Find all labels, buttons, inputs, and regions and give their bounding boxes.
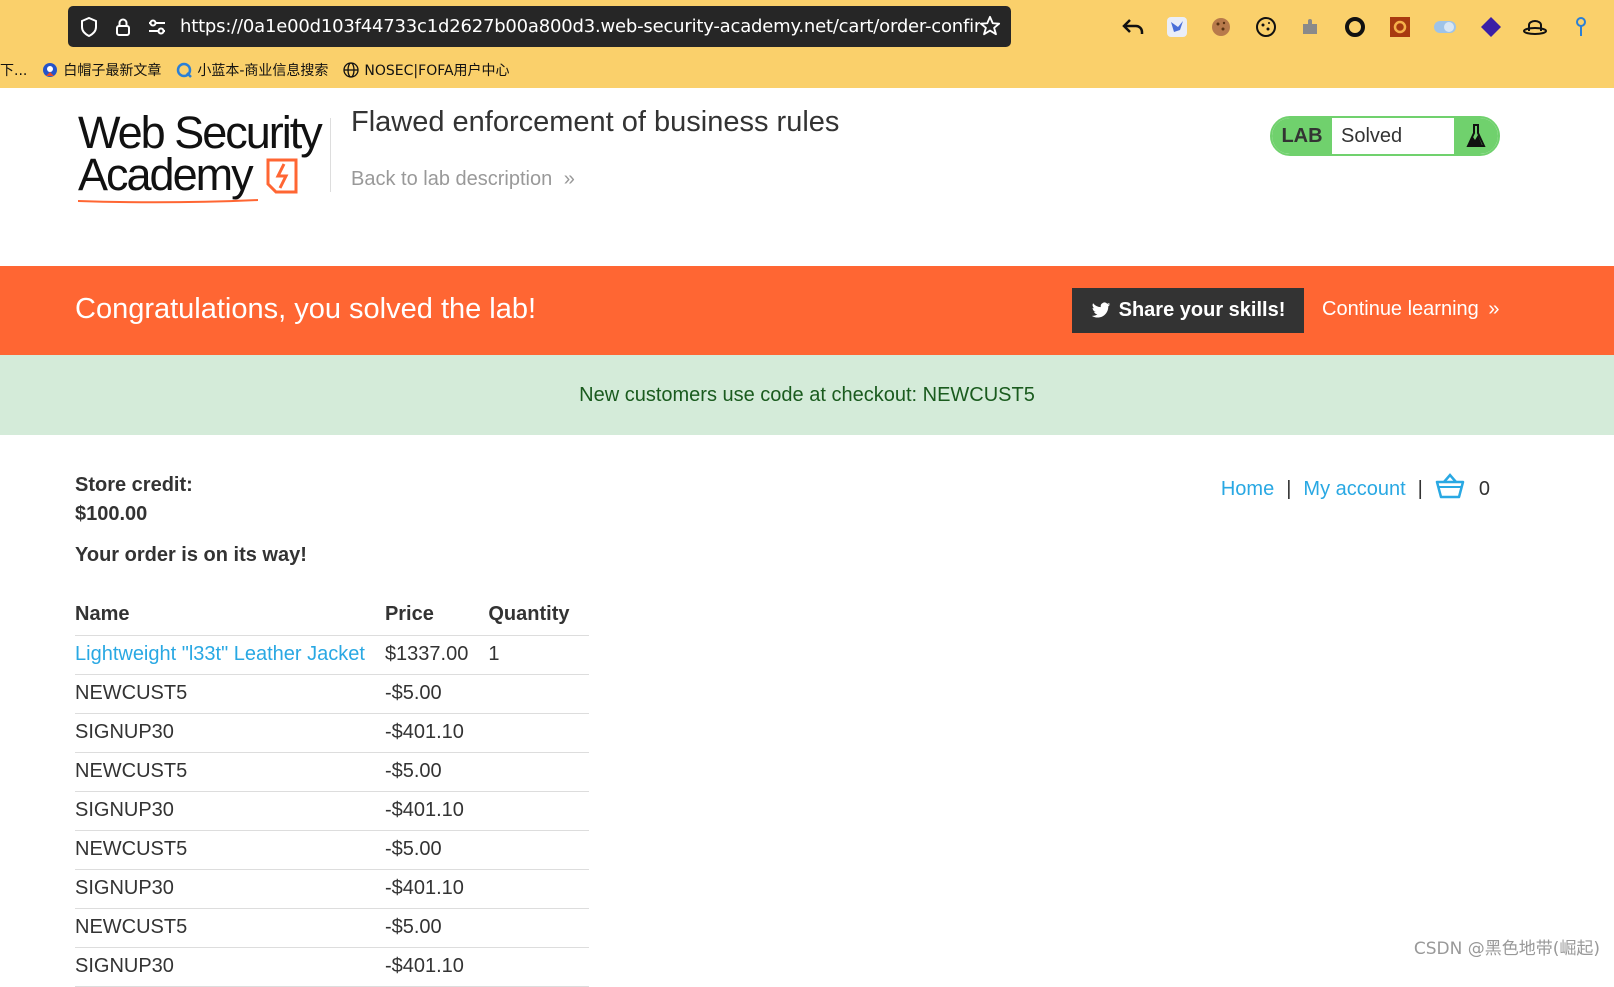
order-table: Name Price Quantity Lightweight "l33t" L…	[75, 595, 590, 987]
item-price-cell: -$5.00	[384, 674, 489, 714]
item-quantity-cell	[488, 674, 590, 714]
product-link[interactable]: Lightweight "l33t" Leather Jacket	[75, 643, 365, 665]
table-row: Lightweight "l33t" Leather Jacket $1337.…	[75, 635, 590, 675]
double-chevron-right-icon: »	[1488, 298, 1500, 320]
bird-extension-icon[interactable]	[1164, 14, 1190, 40]
table-row: SIGNUP30 -$401.10	[75, 947, 590, 987]
item-name-cell: SIGNUP30	[75, 869, 385, 909]
table-row: NEWCUST5 -$5.00	[75, 908, 590, 948]
table-row: NEWCUST5 -$5.00	[75, 674, 590, 714]
congratulations-message: Congratulations, you solved the lab!	[75, 293, 537, 325]
item-price-cell: -$401.10	[384, 791, 489, 831]
bookmark-item[interactable]: 白帽子最新文章	[41, 60, 161, 80]
logo-line-2: Academy	[78, 152, 328, 197]
permissions-icon[interactable]	[146, 16, 168, 38]
item-quantity-cell	[488, 908, 590, 948]
home-link[interactable]: Home	[1221, 478, 1274, 501]
address-bar[interactable]: https://0a1e00d103f44733c1d2627b00a800d3…	[68, 6, 1011, 47]
item-quantity-cell	[488, 947, 590, 987]
table-row: SIGNUP30 -$401.10	[75, 869, 590, 909]
shield-icon[interactable]	[78, 16, 100, 38]
item-quantity-cell	[488, 830, 590, 870]
double-chevron-right-icon: »	[563, 168, 575, 190]
item-price-cell: $1337.00	[384, 635, 489, 675]
item-name-cell: SIGNUP30	[75, 791, 385, 831]
bookmarks-bar: 下... 白帽子最新文章 小蓝本-商业信息搜索 NOSEC|FOFA用户中心	[0, 56, 524, 84]
item-price-cell: -$5.00	[384, 830, 489, 870]
cart-icon[interactable]	[1435, 473, 1465, 505]
item-name-cell: Lightweight "l33t" Leather Jacket	[75, 635, 385, 675]
bookmark-star-icon[interactable]	[979, 15, 1001, 42]
table-row: NEWCUST5 -$5.00	[75, 752, 590, 792]
continue-learning-link[interactable]: Continue learning »	[1322, 298, 1499, 321]
web-security-academy-logo[interactable]: Web Security Academy	[78, 107, 328, 204]
item-quantity-cell	[488, 713, 590, 753]
item-price-cell: -$5.00	[384, 908, 489, 948]
ring-extension-icon[interactable]	[1342, 14, 1368, 40]
bookmark-favicon-icon	[41, 61, 59, 79]
store-credit-label: Store credit:	[75, 474, 193, 496]
item-price-cell: -$401.10	[384, 947, 489, 987]
logo-line-1: Web Security	[78, 107, 323, 158]
top-nav: Home | My account | 0	[1221, 473, 1490, 505]
solved-banner: Congratulations, you solved the lab! Sha…	[0, 266, 1614, 355]
item-name-cell: NEWCUST5	[75, 830, 385, 870]
cookie-outline-icon[interactable]	[1253, 14, 1279, 40]
table-row: SIGNUP30 -$401.10	[75, 791, 590, 831]
item-quantity-cell: 1	[488, 635, 590, 675]
bookmark-item[interactable]: 下...	[0, 60, 27, 80]
item-price-cell: -$401.10	[384, 713, 489, 753]
puzzle-extension-icon[interactable]	[1297, 14, 1323, 40]
globe-icon	[342, 61, 360, 79]
bookmark-item[interactable]: 小蓝本-商业信息搜索	[175, 60, 328, 80]
twitter-icon	[1091, 302, 1110, 318]
toggle-extension-icon[interactable]	[1432, 14, 1458, 40]
back-to-lab-description-link[interactable]: Back to lab description »	[351, 168, 575, 191]
csdn-watermark: CSDN @黑色地带(崛起)	[1413, 939, 1600, 959]
new-customer-notice: New customers use code at checkout: NEWC…	[0, 355, 1614, 435]
column-header-price: Price	[384, 595, 489, 636]
cart-count: 0	[1478, 477, 1490, 500]
item-name-cell: NEWCUST5	[75, 908, 385, 948]
flask-icon	[1454, 118, 1498, 154]
table-row: NEWCUST5 -$5.00	[75, 830, 590, 870]
diamond-extension-icon[interactable]	[1478, 14, 1504, 40]
item-name-cell: SIGNUP30	[75, 947, 385, 987]
item-quantity-cell	[488, 869, 590, 909]
store-credit-value: $100.00	[75, 503, 148, 525]
logo-underline	[78, 199, 258, 204]
back-arrow-icon[interactable]	[1120, 14, 1146, 40]
item-price-cell: -$5.00	[384, 752, 489, 792]
badge-status: Solved	[1332, 118, 1454, 154]
hat-extension-icon[interactable]	[1522, 14, 1548, 40]
share-skills-button[interactable]: Share your skills!	[1072, 288, 1304, 333]
column-header-quantity: Quantity	[488, 595, 590, 636]
my-account-link[interactable]: My account	[1303, 478, 1405, 501]
nav-separator: |	[1286, 477, 1292, 500]
lab-status-badge: LAB Solved	[1270, 116, 1500, 156]
table-row: SIGNUP30 -$401.10	[75, 713, 590, 753]
gear-extension-icon[interactable]	[1387, 14, 1413, 40]
lab-title: Flawed enforcement of business rules	[351, 106, 840, 138]
logo-bolt-icon	[266, 158, 298, 194]
nav-separator: |	[1417, 477, 1423, 500]
column-header-name: Name	[75, 595, 385, 636]
table-header-row: Name Price Quantity	[75, 595, 590, 636]
item-quantity-cell	[488, 752, 590, 792]
item-name-cell: NEWCUST5	[75, 674, 385, 714]
browser-toolbar: https://0a1e00d103f44733c1d2627b00a800d3…	[0, 0, 1614, 88]
item-price-cell: -$401.10	[384, 869, 489, 909]
lock-icon[interactable]	[112, 16, 134, 38]
cookie-extension-icon[interactable]	[1208, 14, 1234, 40]
order-status-message: Your order is on its way!	[75, 544, 307, 566]
pin-extension-icon[interactable]	[1568, 14, 1594, 40]
header-divider	[330, 118, 331, 192]
item-quantity-cell	[488, 791, 590, 831]
bookmark-item[interactable]: NOSEC|FOFA用户中心	[342, 60, 510, 80]
item-name-cell: NEWCUST5	[75, 752, 385, 792]
bookmark-favicon-icon	[175, 61, 193, 79]
badge-lab-label: LAB	[1272, 118, 1332, 154]
url-text[interactable]: https://0a1e00d103f44733c1d2627b00a800d3…	[180, 16, 980, 37]
item-name-cell: SIGNUP30	[75, 713, 385, 753]
